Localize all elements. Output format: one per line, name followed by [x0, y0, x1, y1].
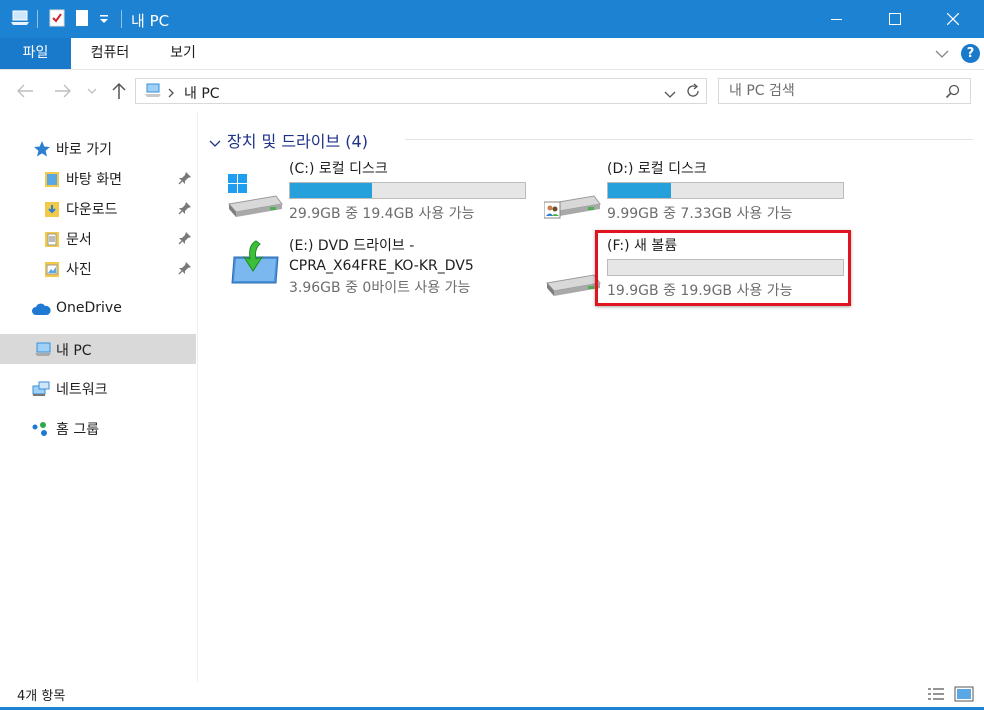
- pin-icon[interactable]: [178, 201, 192, 219]
- large-icons-view-icon[interactable]: [954, 685, 974, 703]
- drive-item-e[interactable]: (E:) DVD 드라이브 - CPRA_X64FRE_KO-KR_DV5 3.…: [226, 237, 526, 307]
- title-bar: 내 PC: [0, 0, 984, 38]
- dvd-drive-icon: [226, 239, 284, 289]
- new-folder-icon[interactable]: [75, 9, 89, 31]
- onedrive-cloud-icon: [31, 301, 51, 319]
- pictures-folder-icon: [44, 260, 62, 278]
- tab-computer[interactable]: 컴퓨터: [74, 38, 146, 69]
- drive-item-c[interactable]: (C:) 로컬 디스크 29.9GB 중 19.4GB 사용 가능: [226, 160, 526, 230]
- sidebar-item-desktop[interactable]: 바탕 화면: [0, 163, 196, 193]
- properties-icon[interactable]: [49, 9, 65, 31]
- address-bar[interactable]: 내 PC: [135, 78, 707, 104]
- sidebar-label: 사진: [66, 262, 92, 278]
- network-icon: [31, 380, 50, 398]
- drive-usage-bar: [607, 182, 844, 199]
- desktop-folder-icon: [44, 170, 62, 188]
- sidebar-label: 다운로드: [66, 202, 118, 218]
- breadcrumb-chevron-icon[interactable]: [167, 86, 175, 102]
- ribbon-bar: 파일 컴퓨터 보기 ?: [0, 38, 984, 70]
- sidebar-label: 문서: [66, 232, 92, 248]
- sidebar-label: 네트워크: [56, 382, 108, 398]
- tab-view[interactable]: 보기: [150, 38, 216, 69]
- drive-size-text: 29.9GB 중 19.4GB 사용 가능: [289, 206, 475, 222]
- drive-size-text: 3.96GB 중 0바이트 사용 가능: [289, 280, 471, 296]
- sidebar-label: 바탕 화면: [66, 172, 122, 188]
- sidebar-item-this-pc[interactable]: 내 PC: [0, 334, 196, 364]
- title-separator: [121, 10, 122, 28]
- pin-icon[interactable]: [178, 261, 192, 279]
- drive-usage-fill: [608, 183, 672, 198]
- close-button[interactable]: [924, 0, 982, 38]
- group-header[interactable]: 장치 및 드라이브 (4): [209, 128, 368, 152]
- hard-drive-icon: [544, 239, 602, 303]
- drive-item-d[interactable]: (D:) 로컬 디스크 9.99GB 중 7.33GB 사용 가능: [543, 160, 844, 230]
- drive-usage-fill: [290, 183, 373, 198]
- item-count: 4개 항목: [17, 689, 66, 704]
- downloads-folder-icon: [44, 200, 62, 218]
- windows-drive-icon: [226, 160, 284, 224]
- highlight-box: [595, 230, 851, 306]
- sidebar-item-documents[interactable]: 문서: [0, 223, 196, 253]
- minimize-button[interactable]: [808, 0, 866, 38]
- status-bar: 4개 항목: [0, 682, 984, 710]
- sidebar-label: 바로 가기: [56, 142, 112, 158]
- breadcrumb-this-pc[interactable]: 내 PC: [184, 83, 220, 103]
- expand-ribbon-icon[interactable]: [935, 47, 949, 63]
- refresh-icon[interactable]: [685, 83, 701, 103]
- this-pc-icon: [144, 83, 162, 103]
- tab-file[interactable]: 파일: [0, 38, 71, 69]
- this-pc-icon: [33, 341, 51, 359]
- group-divider: [405, 139, 973, 140]
- drive-name: (D:) 로컬 디스크: [607, 161, 707, 177]
- back-button[interactable]: [14, 80, 36, 102]
- up-button[interactable]: [108, 80, 130, 102]
- recent-locations-dropdown[interactable]: [84, 80, 100, 102]
- drive-name-line2: CPRA_X64FRE_KO-KR_DV5: [289, 258, 474, 274]
- user-drive-icon: [543, 160, 602, 224]
- content-pane: 장치 및 드라이브 (4) (C:) 로컬 디스크 29.9GB 중 19.4G…: [199, 112, 984, 682]
- sidebar-item-quick-access[interactable]: 바로 가기: [0, 133, 196, 163]
- maximize-button[interactable]: [866, 0, 924, 38]
- documents-folder-icon: [44, 230, 62, 248]
- sidebar-item-onedrive[interactable]: OneDrive: [0, 294, 196, 324]
- star-icon: [33, 140, 51, 158]
- forward-button[interactable]: [52, 80, 74, 102]
- navigation-bar: 내 PC: [0, 70, 984, 112]
- search-box[interactable]: [718, 78, 971, 104]
- drive-name-line1: (E:) DVD 드라이브 -: [289, 238, 415, 254]
- address-dropdown-icon[interactable]: [664, 87, 676, 103]
- sidebar-label: 홈 그룹: [56, 422, 100, 438]
- pin-icon[interactable]: [178, 171, 192, 189]
- search-icon[interactable]: [945, 84, 960, 103]
- sidebar-item-network[interactable]: 네트워크: [0, 373, 196, 403]
- navigation-pane: 바로 가기 바탕 화면 다운로드 문서 사진 OneDrive 내 PC 네트워…: [0, 112, 198, 682]
- drive-size-text: 9.99GB 중 7.33GB 사용 가능: [607, 206, 793, 222]
- homegroup-icon: [31, 420, 49, 438]
- pin-icon[interactable]: [178, 231, 192, 249]
- window-title: 내 PC: [131, 12, 170, 30]
- drive-usage-bar: [289, 182, 526, 199]
- group-title: 장치 및 드라이브 (4): [227, 132, 368, 151]
- sidebar-item-pictures[interactable]: 사진: [0, 253, 196, 283]
- customize-toolbar-icon[interactable]: [99, 12, 109, 28]
- title-separator: [37, 10, 38, 28]
- details-view-icon[interactable]: [926, 685, 946, 703]
- chevron-down-icon[interactable]: [209, 133, 221, 152]
- sidebar-label: 내 PC: [56, 343, 92, 359]
- sidebar-label: OneDrive: [56, 300, 122, 316]
- sidebar-item-homegroup[interactable]: 홈 그룹: [0, 413, 196, 443]
- help-button[interactable]: ?: [961, 44, 980, 63]
- this-pc-icon[interactable]: [10, 9, 30, 31]
- search-input[interactable]: [729, 82, 939, 100]
- drive-name: (C:) 로컬 디스크: [289, 161, 388, 177]
- sidebar-item-downloads[interactable]: 다운로드: [0, 193, 196, 223]
